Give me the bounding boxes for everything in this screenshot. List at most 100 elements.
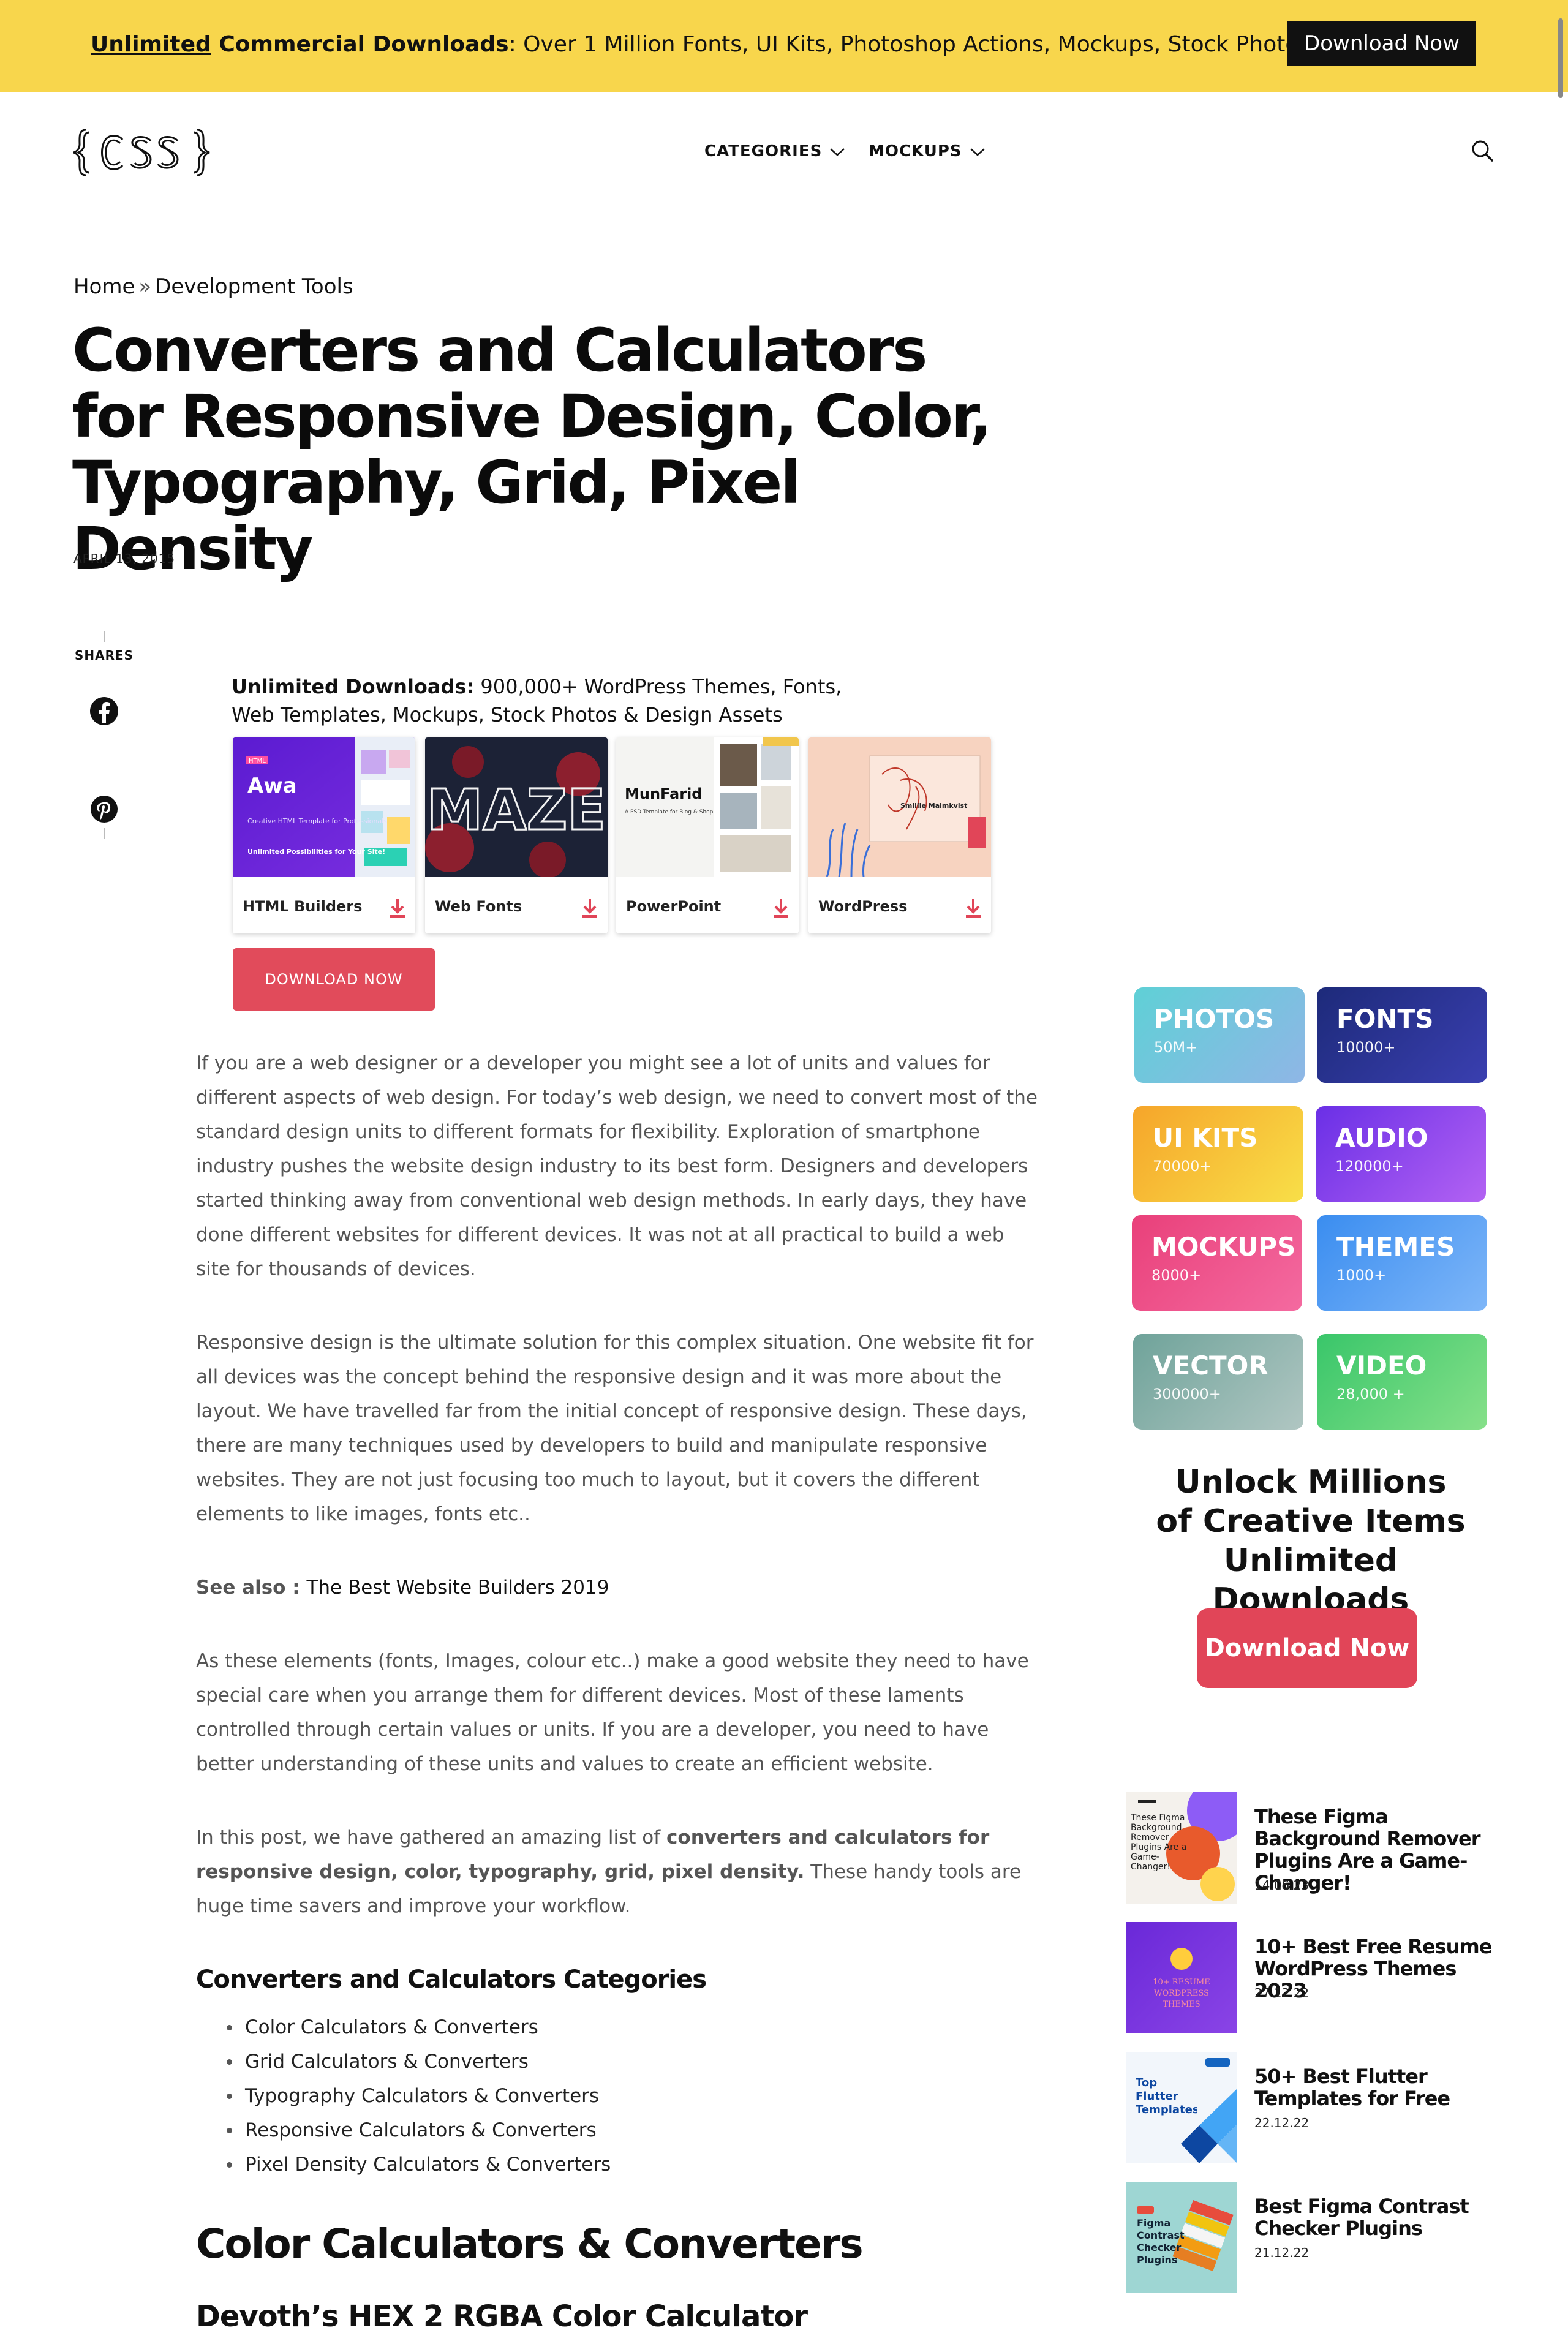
categories-list: Color Calculators & Converters Grid Calc…: [227, 2010, 1041, 2182]
gathered-text-start: In this post, we have gathered an amazin…: [196, 1826, 667, 1849]
html-badge: HTML: [249, 758, 266, 764]
chevron-down-icon: [970, 148, 985, 156]
tile-name: MOCKUPS: [1152, 1232, 1296, 1262]
tile-count: 70000+: [1153, 1158, 1212, 1175]
post-date: 22.12.22: [1254, 2116, 1310, 2130]
promo-top-bar: Unlimited Commercial Downloads: Over 1 M…: [0, 0, 1568, 92]
unlimited-link[interactable]: Unlimited: [91, 32, 211, 57]
ad-card-wordpress[interactable]: Smillie Malmkvist WordPress: [809, 737, 991, 933]
category-link-grid[interactable]: Grid Calculators & Converters: [227, 2045, 1041, 2079]
html-builders-thumbnail: HTML Awa Creative HTML Template for Prof…: [233, 737, 415, 877]
powerpoint-thumbnail: MunFarid A PSD Template for Blog & Shop: [616, 737, 799, 877]
tool-heading-hex2rgba: Devoth’s HEX 2 RGBA Color Calculator: [196, 2299, 808, 2334]
facebook-icon[interactable]: [89, 696, 119, 726]
ad-card-web-fonts[interactable]: MAZE Web Fonts: [425, 737, 608, 933]
post-thumbnail: 10+ RESUME WORDPRESS THEMES: [1126, 1922, 1237, 2034]
nav-categories-label: CATEGORIES: [704, 142, 823, 160]
paragraph-elements: As these elements (fonts, Images, colour…: [196, 1650, 1029, 1775]
tile-ui-kits[interactable]: UI KITS 70000+: [1133, 1106, 1303, 1202]
ad-download-now-button[interactable]: DOWNLOAD NOW: [233, 948, 435, 1011]
ad-card-powerpoint[interactable]: MunFarid A PSD Template for Blog & Shop …: [616, 737, 799, 933]
awa-subtitle: Creative HTML Template for Professionals: [247, 817, 387, 825]
site-logo[interactable]: [72, 126, 211, 179]
post-thumbnail: These Figma Background Remover Plugins A…: [1126, 1792, 1237, 1904]
post-date: 21.12.22: [1254, 2245, 1310, 2260]
breadcrumb-current[interactable]: Development Tools: [155, 274, 353, 299]
page-title: Converters and Calculators for Responsiv…: [72, 316, 992, 583]
nav-categories[interactable]: CATEGORIES: [704, 142, 845, 160]
section-heading-color: Color Calculators & Converters: [196, 2220, 864, 2267]
categories-heading: Converters and Calculators Categories: [196, 1966, 707, 1994]
promo-top-bar-description: : Over 1 Million Fonts, UI Kits, Photosh…: [508, 32, 1396, 57]
see-also: See also : The Best Website Builders 201…: [196, 1570, 1041, 1605]
promo-top-bar-text: Unlimited Commercial Downloads: Over 1 M…: [91, 29, 1396, 60]
breadcrumb-separator: »: [138, 274, 152, 299]
munfarid-title: MunFarid: [625, 785, 702, 802]
tile-count: 8000+: [1152, 1267, 1202, 1284]
download-icon[interactable]: [582, 898, 598, 919]
post-thumb-text: Figma Contrast Checker Plugins: [1137, 2217, 1185, 2266]
category-link-typography[interactable]: Typography Calculators & Converters: [227, 2079, 1041, 2113]
download-icon[interactable]: [965, 898, 981, 919]
post-date: 27.12.22: [1254, 1986, 1310, 2000]
nav-mockups[interactable]: MOCKUPS: [869, 142, 986, 160]
tile-count: 1000+: [1336, 1267, 1387, 1284]
share-divider-top: [104, 631, 105, 642]
tile-name: AUDIO: [1335, 1123, 1428, 1153]
web-fonts-thumbnail: MAZE: [425, 737, 608, 878]
paragraph-gathered: In this post, we have gathered an amazin…: [196, 1820, 1041, 1923]
tile-fonts[interactable]: FONTS 10000+: [1317, 987, 1487, 1083]
ad-title: Unlimited Downloads: 900,000+ WordPress …: [232, 673, 856, 729]
tile-video[interactable]: VIDEO 28,000 +: [1317, 1334, 1487, 1430]
pinterest-icon[interactable]: [89, 794, 119, 824]
tile-count: 10000+: [1336, 1039, 1396, 1056]
tile-name: UI KITS: [1153, 1123, 1258, 1153]
post-thumb-text: 10+ RESUME WORDPRESS THEMES: [1153, 1978, 1210, 2009]
ad-card-label: WordPress: [818, 898, 908, 915]
promo-heading: Unlock Millions of Creative Items Unlimi…: [1121, 1463, 1501, 1619]
nav-mockups-label: MOCKUPS: [869, 142, 962, 160]
tile-count: 28,000 +: [1336, 1385, 1405, 1403]
topbar-download-now-button[interactable]: Download Now: [1287, 21, 1476, 66]
category-link-pixel-density[interactable]: Pixel Density Calculators & Converters: [227, 2147, 1041, 2182]
tile-mockups[interactable]: MOCKUPS 8000+: [1132, 1215, 1302, 1311]
sidebar-post[interactable]: 10+ RESUME WORDPRESS THEMES 10+ Best Fre…: [1126, 1922, 1506, 2034]
breadcrumb-home[interactable]: Home: [74, 274, 135, 299]
download-icon[interactable]: [773, 898, 789, 919]
article-body: If you are a web designer or a developer…: [196, 1046, 1041, 2335]
tile-audio[interactable]: AUDIO 120000+: [1316, 1106, 1486, 1202]
tile-count: 120000+: [1335, 1158, 1404, 1175]
search-icon[interactable]: [1470, 138, 1494, 163]
breadcrumb: Home» Development Tools: [74, 274, 353, 299]
chevron-down-icon: [830, 148, 845, 156]
post-date: 14.06.23: [1254, 1878, 1310, 1893]
promo-download-now-button[interactable]: Download Now: [1197, 1608, 1417, 1688]
tile-photos[interactable]: PHOTOS 50M+: [1134, 987, 1305, 1083]
post-date: APRIL 13, 2015: [74, 551, 176, 566]
munfarid-subtitle: A PSD Template for Blog & Shop: [625, 809, 714, 815]
see-also-link[interactable]: The Best Website Builders 2019: [306, 1577, 609, 1599]
category-link-responsive[interactable]: Responsive Calculators & Converters: [227, 2113, 1041, 2147]
download-icon[interactable]: [390, 898, 405, 919]
ad-card-html-builders[interactable]: HTML Awa Creative HTML Template for Prof…: [233, 737, 415, 933]
sidebar-post[interactable]: Top Flutter Templates 50+ Best Flutter T…: [1126, 2052, 1506, 2163]
awa-title: Awa: [247, 774, 297, 798]
share-divider-bottom: [104, 828, 105, 839]
post-title[interactable]: Best Figma Contrast Checker Plugins: [1254, 2195, 1512, 2239]
paragraph-intro: If you are a web designer or a developer…: [196, 1052, 1038, 1280]
wordpress-thumbnail: Smillie Malmkvist: [809, 737, 991, 878]
tile-themes[interactable]: THEMES 1000+: [1317, 1215, 1487, 1311]
post-thumbnail: Top Flutter Templates: [1126, 2052, 1237, 2163]
tile-vector[interactable]: VECTOR 300000+: [1133, 1334, 1303, 1430]
smillie-title: Smillie Malmkvist: [900, 802, 967, 810]
sidebar-post[interactable]: Figma Contrast Checker Plugins Best Figm…: [1126, 2182, 1506, 2293]
post-title[interactable]: 50+ Best Flutter Templates for Free: [1254, 2065, 1512, 2109]
awa-tagline: Unlimited Possibilities for Your Site!: [247, 848, 385, 856]
post-thumb-text: Top Flutter Templates: [1136, 2076, 1197, 2116]
ad-card-label: Web Fonts: [435, 898, 522, 915]
sidebar-post[interactable]: These Figma Background Remover Plugins A…: [1126, 1792, 1506, 1904]
scrollbar-thumb[interactable]: [1558, 18, 1563, 98]
tile-name: VECTOR: [1153, 1351, 1268, 1381]
category-link-color[interactable]: Color Calculators & Converters: [227, 2010, 1041, 2045]
maze-title: MAZE: [427, 777, 606, 843]
